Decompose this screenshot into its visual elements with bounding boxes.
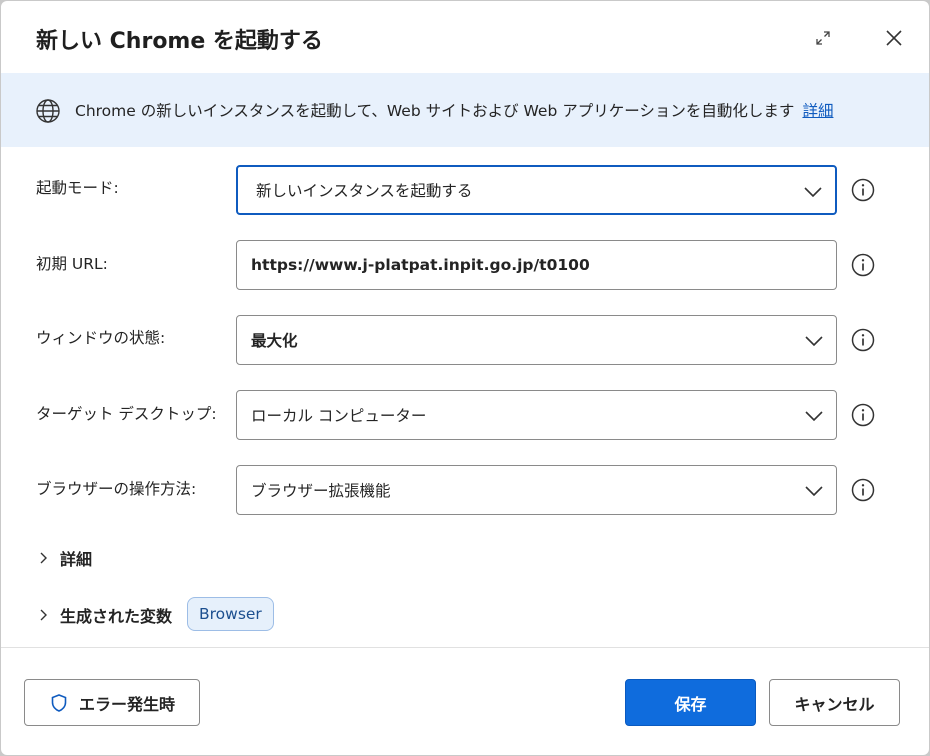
launch-mode-dropdown[interactable]: 新しいインスタンスを起動する (236, 165, 837, 215)
launch-mode-value: 新しいインスタンスを起動する (256, 182, 473, 200)
initial-url-label: 初期 URL: (36, 255, 108, 273)
info-icon[interactable] (851, 403, 875, 427)
shield-icon (51, 693, 67, 712)
info-banner: Chrome の新しいインスタンスを起動して、Web サイトおよび Web アプ… (1, 73, 929, 147)
expand-button[interactable] (808, 23, 838, 53)
generated-variables-label: 生成された変数 (60, 607, 173, 626)
window-state-dropdown[interactable]: 最大化 (236, 315, 837, 365)
target-desktop-value: ローカル コンピューター (251, 407, 427, 425)
globe-icon (36, 99, 60, 123)
info-icon[interactable] (851, 478, 875, 502)
info-icon[interactable] (851, 253, 875, 277)
launch-chrome-dialog: 新しい Chrome を起動する Chrome の新しいインスタンスを起動して、… (1, 1, 929, 755)
on-error-label: エラー発生時 (78, 694, 175, 714)
browser-method-label: ブラウザーの操作方法: (36, 480, 197, 498)
save-button[interactable]: 保存 (625, 679, 756, 726)
window-state-label: ウィンドウの状態: (36, 329, 166, 347)
close-button[interactable] (879, 23, 909, 53)
cancel-button[interactable]: キャンセル (769, 679, 900, 726)
banner-description: Chrome の新しいインスタンスを起動して、Web サイトおよび Web アプ… (75, 102, 795, 120)
launch-mode-label: 起動モード: (36, 179, 119, 197)
info-icon[interactable] (851, 178, 875, 202)
initial-url-value: https://www.j-platpat.inpit.go.jp/t0100 (251, 256, 590, 274)
chevron-down-icon (804, 187, 822, 198)
variable-badge-browser[interactable]: Browser (187, 597, 274, 631)
browser-method-value: ブラウザー拡張機能 (251, 482, 391, 500)
on-error-button[interactable]: エラー発生時 (24, 679, 200, 726)
details-label: 詳細 (60, 550, 93, 569)
dialog-title: 新しい Chrome を起動する (36, 29, 323, 54)
initial-url-input[interactable]: https://www.j-platpat.inpit.go.jp/t0100 (236, 240, 837, 290)
footer-divider (1, 647, 929, 648)
chevron-down-icon (805, 336, 823, 347)
browser-method-dropdown[interactable]: ブラウザー拡張機能 (236, 465, 837, 515)
target-desktop-label: ターゲット デスクトップ: (36, 405, 217, 423)
details-expander[interactable]: 詳細 (36, 546, 92, 570)
expand-icon (816, 31, 830, 45)
target-desktop-dropdown[interactable]: ローカル コンピューター (236, 390, 837, 440)
chevron-down-icon (805, 411, 823, 422)
window-state-value: 最大化 (251, 332, 298, 350)
chevron-down-icon (805, 486, 823, 497)
details-link[interactable]: 詳細 (802, 102, 833, 120)
chevron-right-icon (40, 552, 47, 564)
info-icon[interactable] (851, 328, 875, 352)
generated-variables-expander[interactable]: 生成された変数 (36, 603, 172, 627)
chevron-right-icon (40, 609, 47, 621)
banner-text-row: Chrome の新しいインスタンスを起動して、Web サイトおよび Web アプ… (75, 99, 833, 121)
dialog-header: 新しい Chrome を起動する (1, 1, 929, 73)
close-icon (886, 30, 902, 46)
